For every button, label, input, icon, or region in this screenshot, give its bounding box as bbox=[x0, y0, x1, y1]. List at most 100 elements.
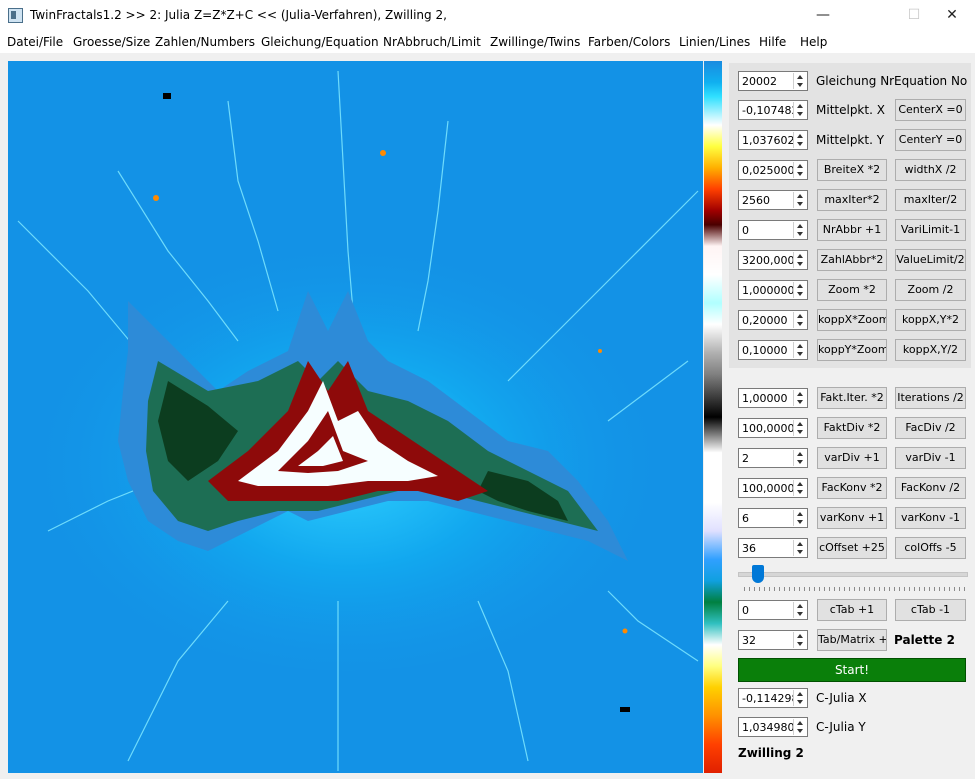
title-bar: TwinFractals1.2 >> 2: Julia Z=Z*Z+C << (… bbox=[0, 0, 975, 31]
zoom-half-button[interactable]: Zoom /2 bbox=[895, 279, 966, 301]
spin-arrows-icon[interactable] bbox=[793, 450, 806, 466]
spin-arrows-icon[interactable] bbox=[793, 510, 806, 526]
window-title: TwinFractals1.2 >> 2: Julia Z=Z*Z+C << (… bbox=[30, 8, 447, 22]
menu-hilfe[interactable]: Hilfe bbox=[759, 35, 786, 49]
mittelpkt-x-label: Mittelpkt. X bbox=[816, 103, 885, 117]
spin-arrows-icon[interactable] bbox=[793, 252, 806, 268]
vardiv-spinbox[interactable]: 2 bbox=[738, 448, 808, 468]
breite-x-double-button[interactable]: BreiteX *2 bbox=[817, 159, 887, 181]
vardiv-minus-button[interactable]: varDiv -1 bbox=[895, 447, 966, 469]
spin-arrows-icon[interactable] bbox=[793, 162, 806, 178]
koppx-spinbox[interactable]: 0,20000 bbox=[738, 310, 808, 330]
valuelimit-half-button[interactable]: ValueLimit/2 bbox=[895, 249, 966, 271]
menu-farben[interactable]: Farben/Colors bbox=[588, 35, 670, 49]
slider-thumb[interactable] bbox=[752, 565, 764, 583]
menu-zahlen[interactable]: Zahlen/Numbers bbox=[155, 35, 255, 49]
zahlabbr-double-button[interactable]: ZahlAbbr*2 bbox=[817, 249, 887, 271]
spin-arrows-icon[interactable] bbox=[793, 282, 806, 298]
nrabbr-plus-button[interactable]: NrAbbr +1 bbox=[817, 219, 887, 241]
center-x-zero-button[interactable]: CenterX =0 bbox=[895, 99, 966, 121]
fractal-canvas[interactable] bbox=[8, 61, 703, 773]
palette-label: Palette 2 bbox=[894, 633, 955, 647]
varkonv-spinbox[interactable]: 6 bbox=[738, 508, 808, 528]
koppy-zoom-button[interactable]: koppY*Zoom bbox=[817, 339, 887, 361]
fackonv-spinbox[interactable]: 100,00000 bbox=[738, 478, 808, 498]
faktdiv-spinbox[interactable]: 100,00000 bbox=[738, 418, 808, 438]
spin-arrows-icon[interactable] bbox=[793, 420, 806, 436]
menu-nrabbruch[interactable]: NrAbbruch/Limit bbox=[383, 35, 481, 49]
nrabbr-spinbox[interactable]: 0 bbox=[738, 220, 808, 240]
fackonv-half-button[interactable]: FacKonv /2 bbox=[895, 477, 966, 499]
color-offset-slider[interactable] bbox=[738, 572, 968, 577]
spin-arrows-icon[interactable] bbox=[793, 102, 806, 118]
menu-help[interactable]: Help bbox=[800, 35, 827, 49]
center-x-spinbox[interactable]: -0,1074822 bbox=[738, 100, 808, 120]
equation-number-spinbox[interactable]: 20002 bbox=[738, 71, 808, 91]
slider-ticks bbox=[744, 587, 966, 591]
c-julia-y-spinbox[interactable]: 1,0349802( bbox=[738, 717, 808, 737]
spin-arrows-icon[interactable] bbox=[793, 222, 806, 238]
ctab-spinbox[interactable]: 0 bbox=[738, 600, 808, 620]
varkonv-plus-button[interactable]: varKonv +1 bbox=[817, 507, 887, 529]
varkonv-minus-button[interactable]: varKonv -1 bbox=[895, 507, 966, 529]
varilimit-minus-button[interactable]: VariLimit-1 bbox=[895, 219, 966, 241]
vardiv-plus-button[interactable]: varDiv +1 bbox=[817, 447, 887, 469]
c-julia-x-label: C-Julia X bbox=[816, 691, 867, 705]
maxiter-double-button[interactable]: maxIter*2 bbox=[817, 189, 887, 211]
menu-bar: Datei/File Groesse/Size Zahlen/Numbers G… bbox=[0, 31, 975, 53]
fakt-iter-spinbox[interactable]: 1,00000 bbox=[738, 388, 808, 408]
menu-groesse[interactable]: Groesse/Size bbox=[73, 35, 150, 49]
zoom-spinbox[interactable]: 1,0000000 bbox=[738, 280, 808, 300]
tab-matrix-plus-button[interactable]: Tab/Matrix + bbox=[817, 629, 887, 651]
spin-arrows-icon[interactable] bbox=[793, 390, 806, 406]
mittelpkt-y-label: Mittelpkt. Y bbox=[816, 133, 885, 147]
iterations-half-button[interactable]: Iterations /2 bbox=[895, 387, 966, 409]
spin-arrows-icon[interactable] bbox=[793, 540, 806, 556]
maxiter-spinbox[interactable]: 2560 bbox=[738, 190, 808, 210]
c-julia-x-spinbox[interactable]: -0,1142987 bbox=[738, 688, 808, 708]
width-x-half-button[interactable]: widthX /2 bbox=[895, 159, 966, 181]
coffset-plus-button[interactable]: cOffset +25 bbox=[817, 537, 887, 559]
koppxy-half-button[interactable]: koppX,Y/2 bbox=[895, 339, 966, 361]
spin-arrows-icon[interactable] bbox=[793, 632, 806, 648]
minimize-button[interactable]: — bbox=[800, 0, 846, 31]
width-spinbox[interactable]: 0,0250000 bbox=[738, 160, 808, 180]
close-button[interactable]: ✕ bbox=[929, 0, 975, 31]
center-y-spinbox[interactable]: 1,0376025( bbox=[738, 130, 808, 150]
spin-arrows-icon[interactable] bbox=[793, 192, 806, 208]
tab-matrix-spinbox[interactable]: 32 bbox=[738, 630, 808, 650]
koppx-zoom-button[interactable]: koppX*Zoom bbox=[817, 309, 887, 331]
ctab-minus-button[interactable]: cTab -1 bbox=[895, 599, 966, 621]
coloffs-minus-button[interactable]: colOffs -5 bbox=[895, 537, 966, 559]
koppxy-double-button[interactable]: koppX,Y*2 bbox=[895, 309, 966, 331]
koppy-spinbox[interactable]: 0,10000 bbox=[738, 340, 808, 360]
menu-datei[interactable]: Datei/File bbox=[7, 35, 63, 49]
fakt-iter-double-button[interactable]: Fakt.Iter. *2 bbox=[817, 387, 887, 409]
spin-arrows-icon[interactable] bbox=[793, 719, 806, 735]
zahlabbr-spinbox[interactable]: 3200,0000 bbox=[738, 250, 808, 270]
spin-arrows-icon[interactable] bbox=[793, 342, 806, 358]
start-button[interactable]: Start! bbox=[738, 658, 966, 682]
spin-arrows-icon[interactable] bbox=[793, 480, 806, 496]
fackonv-double-button[interactable]: FacKonv *2 bbox=[817, 477, 887, 499]
menu-zwillinge[interactable]: Zwillinge/Twins bbox=[490, 35, 580, 49]
equation-no-label: Equation No bbox=[894, 74, 968, 88]
maxiter-half-button[interactable]: maxIter/2 bbox=[895, 189, 966, 211]
menu-gleichung[interactable]: Gleichung/Equation bbox=[261, 35, 379, 49]
coffset-spinbox[interactable]: 36 bbox=[738, 538, 808, 558]
faktdiv-double-button[interactable]: FaktDiv *2 bbox=[817, 417, 887, 439]
zoom-double-button[interactable]: Zoom *2 bbox=[817, 279, 887, 301]
spin-arrows-icon[interactable] bbox=[793, 132, 806, 148]
spin-arrows-icon[interactable] bbox=[793, 690, 806, 706]
spin-arrows-icon[interactable] bbox=[793, 312, 806, 328]
facdiv-half-button[interactable]: FacDiv /2 bbox=[895, 417, 966, 439]
spin-arrows-icon[interactable] bbox=[793, 73, 806, 89]
app-icon bbox=[8, 8, 23, 23]
color-palette-bar bbox=[704, 61, 722, 773]
spin-arrows-icon[interactable] bbox=[793, 602, 806, 618]
center-y-zero-button[interactable]: CenterY =0 bbox=[895, 129, 966, 151]
c-julia-y-label: C-Julia Y bbox=[816, 720, 866, 734]
ctab-plus-button[interactable]: cTab +1 bbox=[817, 599, 887, 621]
twin-status-label: Zwilling 2 bbox=[738, 746, 804, 760]
menu-linien[interactable]: Linien/Lines bbox=[679, 35, 750, 49]
